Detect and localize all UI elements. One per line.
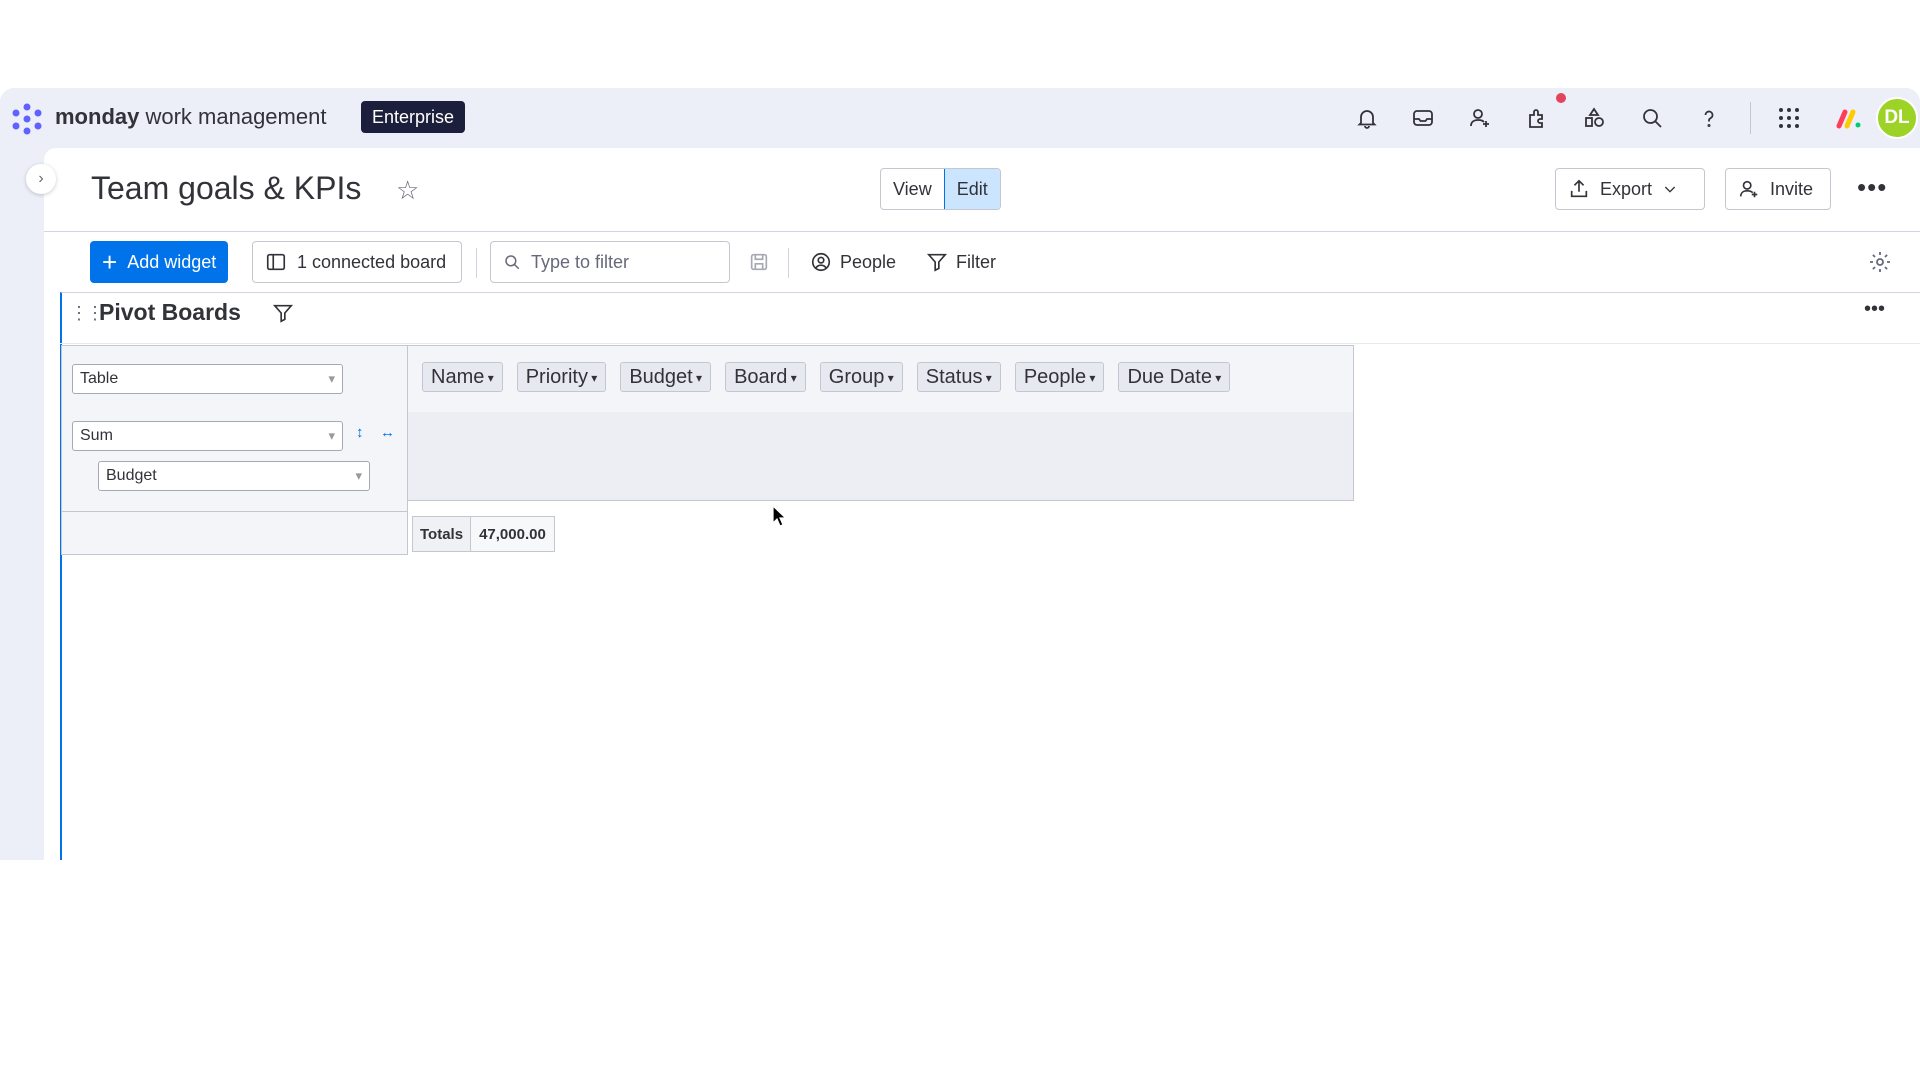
star-icon[interactable]: ☆ (396, 175, 419, 206)
monday-product-icon[interactable] (1836, 106, 1862, 130)
attribute-budget[interactable]: Budget (620, 362, 712, 392)
attribute-list: Name Priority Budget Board Group Status … (422, 362, 1231, 392)
export-button[interactable]: Export (1555, 168, 1705, 210)
attribute-group[interactable]: Group (819, 362, 903, 392)
monday-logo-icon (12, 103, 42, 135)
attribute-name[interactable]: Name (422, 362, 503, 392)
connected-board-button[interactable]: 1 connected board (252, 241, 462, 283)
grid-icon[interactable] (1773, 102, 1805, 134)
view-mode-button[interactable]: View (881, 169, 944, 209)
top-bar: monday work management Enterprise DL (0, 88, 1920, 148)
aggregator-select[interactable]: Sum (72, 421, 343, 451)
attribute-due-date[interactable]: Due Date (1118, 362, 1231, 392)
plus-icon: + (102, 247, 118, 277)
mouse-cursor-icon (772, 505, 786, 527)
notification-dot (1556, 93, 1566, 103)
expand-sidebar-button[interactable]: › (26, 164, 56, 194)
sort-columns-icon[interactable]: ↔ (380, 424, 395, 441)
settings-gear-icon[interactable] (1868, 250, 1892, 279)
view-edit-toggle: View Edit (880, 168, 1001, 210)
people-filter-button[interactable]: People (810, 241, 896, 283)
topbar-divider (1750, 102, 1751, 134)
totals-label: Totals (412, 516, 472, 552)
connected-board-label: 1 connected board (297, 251, 447, 272)
widget-header-divider (60, 343, 1920, 344)
totals-row: Totals 47,000.00 (412, 516, 555, 552)
search-icon (505, 255, 520, 270)
drag-handle-icon[interactable]: ⋮⋮ (70, 303, 104, 324)
brand-rest: work management (139, 104, 327, 129)
person-circle-icon (811, 252, 831, 272)
chevron-down-icon (1664, 186, 1676, 193)
sort-rows-icon[interactable]: ↕ (356, 424, 364, 441)
add-widget-button[interactable]: + Add widget (90, 241, 229, 283)
toolbar-divider (476, 248, 477, 278)
toolbar-divider (788, 248, 789, 278)
header-divider (44, 231, 1920, 232)
upload-icon (1570, 179, 1588, 198)
pivot-divider (61, 511, 408, 512)
more-options-icon[interactable]: ••• (1857, 172, 1887, 203)
inbox-icon[interactable] (1407, 102, 1439, 134)
attribute-people[interactable]: People (1014, 362, 1105, 392)
totals-value: 47,000.00 (471, 516, 555, 552)
filter-placeholder: Type to filter (531, 251, 630, 272)
help-icon[interactable] (1693, 102, 1725, 134)
renderer-select[interactable]: Table (72, 364, 343, 394)
save-filter-button[interactable] (748, 241, 770, 283)
widget-title[interactable]: Pivot Boards (99, 299, 241, 326)
search-icon[interactable] (1636, 102, 1668, 134)
brand-name[interactable]: monday work management (55, 104, 326, 130)
filter-icon (926, 253, 948, 272)
invite-label: Invite (1770, 178, 1814, 199)
pivot-columns-area (407, 412, 1354, 501)
invite-user-icon (1739, 180, 1758, 198)
attribute-status[interactable]: Status (916, 362, 1001, 392)
widget-more-icon[interactable]: ••• (1864, 298, 1885, 321)
board-icon (266, 253, 286, 271)
invite-button[interactable]: Invite (1725, 168, 1831, 210)
filter-input[interactable]: Type to filter (490, 241, 730, 283)
people-label: People (840, 251, 897, 272)
attribute-priority[interactable]: Priority (516, 362, 607, 392)
filter-label: Filter (956, 251, 996, 272)
add-widget-label: Add widget (127, 251, 217, 272)
widget-filter-icon[interactable] (272, 302, 294, 329)
avatar[interactable]: DL (1876, 97, 1918, 139)
plan-badge[interactable]: Enterprise (361, 101, 466, 133)
edit-mode-button[interactable]: Edit (943, 169, 1000, 209)
attribute-board[interactable]: Board (725, 362, 806, 392)
invite-members-icon[interactable] (1464, 102, 1496, 134)
bell-icon[interactable] (1351, 102, 1383, 134)
page-title[interactable]: Team goals & KPIs (91, 170, 361, 207)
marketplace-icon[interactable] (1578, 102, 1610, 134)
export-label: Export (1600, 178, 1653, 199)
brand-bold: monday (55, 104, 140, 129)
filter-button[interactable]: Filter (926, 241, 996, 283)
aggregator-field-select[interactable]: Budget (98, 461, 370, 491)
save-icon (750, 253, 768, 271)
apps-icon[interactable] (1521, 102, 1553, 134)
